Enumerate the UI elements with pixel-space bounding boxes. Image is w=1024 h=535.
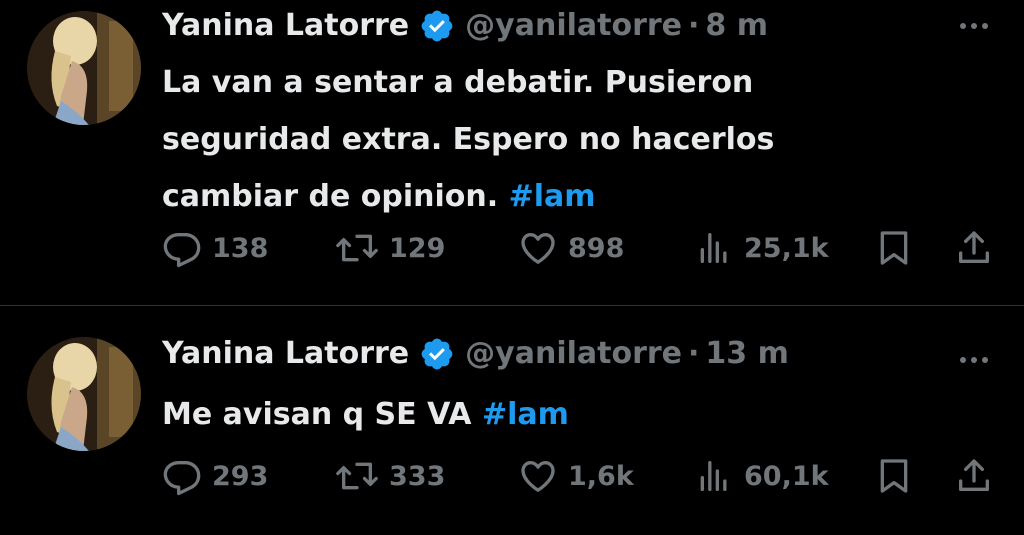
- views-icon: [694, 456, 734, 496]
- user-handle[interactable]: @yanilatorre: [465, 334, 682, 374]
- reply-icon: [162, 456, 202, 496]
- verified-badge-icon[interactable]: [419, 336, 455, 372]
- tweet-text-line: La van a sentar a debatir. Pusieron: [162, 65, 754, 100]
- hashtag-link[interactable]: #lam: [509, 179, 596, 214]
- retweet-icon: [335, 228, 379, 268]
- tweet-header: Yanina Latorre @yanilatorre · 13 m: [162, 334, 789, 374]
- share-icon: [954, 456, 994, 496]
- reply-count: 138: [212, 232, 269, 264]
- hashtag-link[interactable]: #lam: [482, 397, 569, 432]
- reply-button[interactable]: 293: [162, 454, 268, 498]
- timestamp[interactable]: 8 m: [705, 6, 768, 46]
- view-count: 60,1k: [744, 460, 829, 492]
- reply-icon: [162, 228, 202, 268]
- avatar[interactable]: [27, 11, 141, 125]
- reply-button[interactable]: 138: [162, 226, 268, 270]
- tweet-text-line: seguridad extra. Espero no hacerlos: [162, 122, 775, 157]
- tweet-text-line: cambiar de opinion. #lam: [162, 168, 922, 225]
- like-count: 898: [568, 232, 625, 264]
- tweet-text-segment: Me avisan q SE VA: [162, 397, 472, 432]
- tweet-text-line: Me avisan q SE VA #lam: [162, 386, 922, 443]
- bookmark-icon: [874, 456, 914, 496]
- share-icon: [954, 228, 994, 268]
- display-name[interactable]: Yanina Latorre: [162, 334, 409, 374]
- view-count: 25,1k: [744, 232, 829, 264]
- tweet-actions: 293 333 1,6k 60,1k: [0, 454, 1024, 498]
- tweet-header: Yanina Latorre @yanilatorre · 8 m: [162, 6, 768, 46]
- user-handle[interactable]: @yanilatorre: [465, 6, 682, 46]
- bookmark-icon: [874, 228, 914, 268]
- tweet-actions: 138 129 898 25,1k: [0, 226, 1024, 270]
- retweet-count: 333: [389, 460, 446, 492]
- like-button[interactable]: 1,6k: [518, 454, 634, 498]
- heart-icon: [518, 456, 558, 496]
- retweet-count: 129: [389, 232, 446, 264]
- timestamp[interactable]: 13 m: [705, 334, 788, 374]
- reply-count: 293: [212, 460, 269, 492]
- like-button[interactable]: 898: [518, 226, 624, 270]
- views-icon: [694, 228, 734, 268]
- bookmark-button[interactable]: [874, 454, 914, 498]
- views-button[interactable]: 25,1k: [694, 226, 829, 270]
- more-options-icon[interactable]: [958, 18, 990, 34]
- separator-dot: ·: [688, 336, 700, 371]
- like-count: 1,6k: [568, 460, 634, 492]
- tweet[interactable]: Yanina Latorre @yanilatorre · 8 m La van…: [0, 0, 1024, 305]
- heart-icon: [518, 228, 558, 268]
- retweet-icon: [335, 456, 379, 496]
- separator-dot: ·: [688, 8, 700, 43]
- tweet-text: La van a sentar a debatir. Pusieron segu…: [162, 54, 922, 225]
- share-button[interactable]: [954, 454, 994, 498]
- tweet-text: Me avisan q SE VA #lam: [162, 386, 922, 443]
- avatar[interactable]: [27, 337, 141, 451]
- more-options-icon[interactable]: [958, 352, 990, 368]
- views-button[interactable]: 60,1k: [694, 454, 829, 498]
- tweet-text-segment: cambiar de opinion.: [162, 179, 499, 214]
- verified-badge-icon[interactable]: [419, 8, 455, 44]
- share-button[interactable]: [954, 226, 994, 270]
- retweet-button[interactable]: 333: [335, 454, 445, 498]
- tweet[interactable]: Yanina Latorre @yanilatorre · 13 m Me av…: [0, 306, 1024, 535]
- display-name[interactable]: Yanina Latorre: [162, 6, 409, 46]
- bookmark-button[interactable]: [874, 226, 914, 270]
- retweet-button[interactable]: 129: [335, 226, 445, 270]
